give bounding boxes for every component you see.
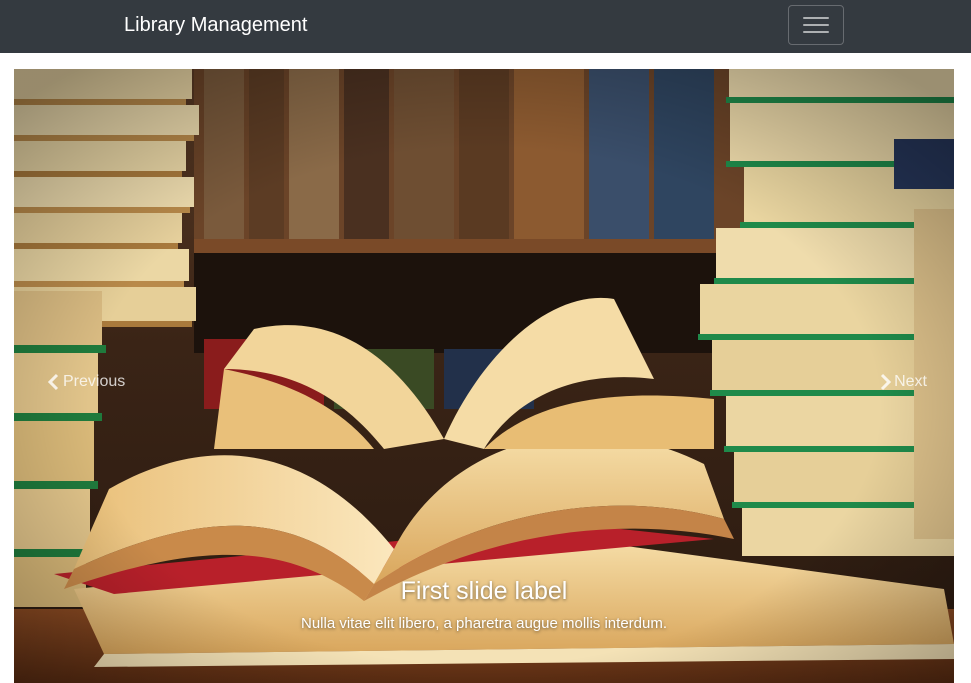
chevron-right-icon [881,373,892,391]
chevron-left-icon [47,373,59,391]
slide-caption-title: First slide label [400,577,568,605]
navbar-toggler-button[interactable] [788,5,844,45]
next-label: Next [894,373,927,390]
carousel-next-control[interactable]: Next [876,369,927,395]
image-carousel: Previous Next First slide label Nulla vi… [14,69,954,683]
slide-caption: First slide label Nulla vitae elit liber… [14,574,954,634]
navbar-brand[interactable]: Library Management [124,13,307,37]
navbar: Library Management [0,0,971,53]
previous-label: Previous [63,373,126,390]
hamburger-menu-icon [803,15,829,35]
slide-caption-text: Nulla vitae elit libero, a pharetra augu… [300,615,668,632]
carousel-previous-control[interactable]: Previous [45,369,125,395]
